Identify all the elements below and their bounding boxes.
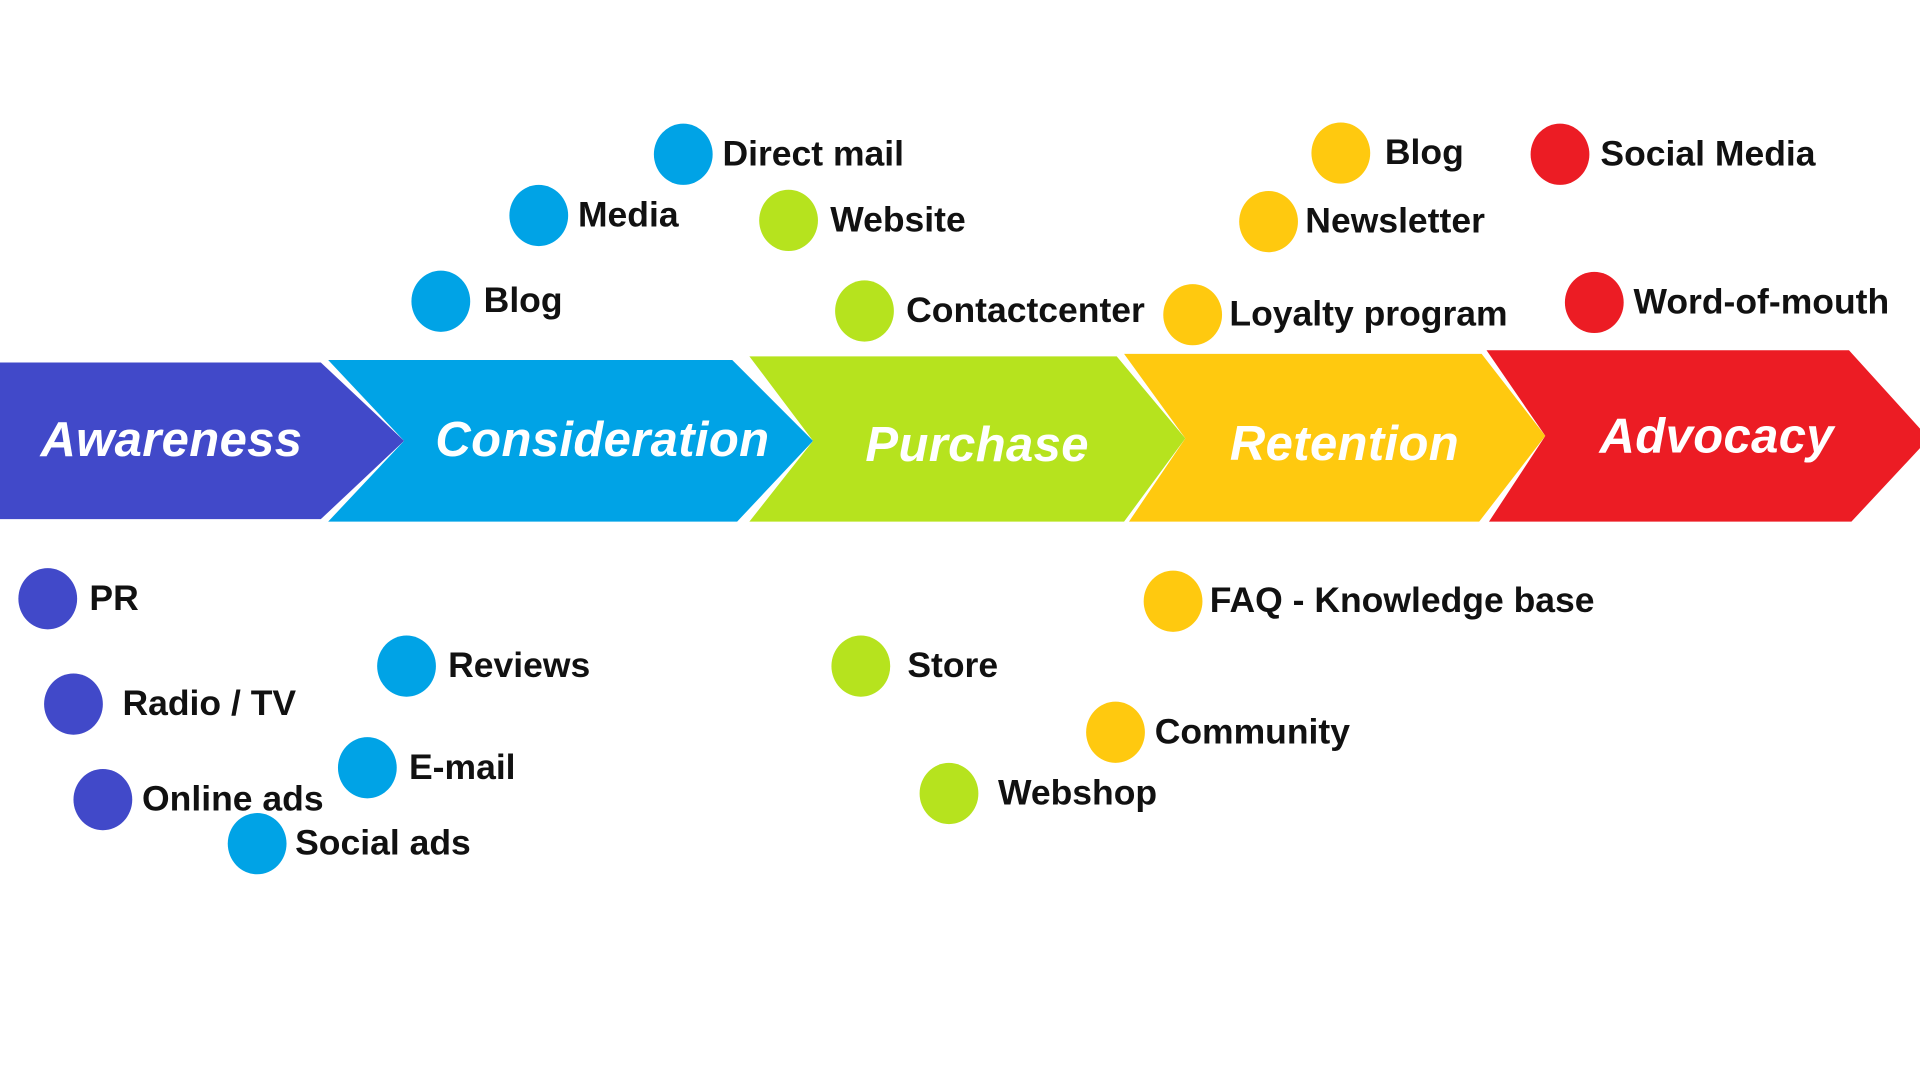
channel-item: PR: [18, 568, 139, 630]
channel-item: Contactcenter: [835, 280, 1145, 342]
channel-label: Radio / TV: [122, 683, 297, 724]
consideration-dot-icon: [509, 184, 569, 247]
stage-label-consideration: Consideration: [435, 413, 770, 468]
channel-item: Store: [831, 635, 999, 697]
channel-label: Social ads: [295, 823, 471, 863]
purchase-dot-icon: [835, 280, 894, 342]
retention-dot-icon: [1239, 191, 1298, 253]
customer-journey-diagram: Awareness Consideration Purchase Retenti…: [0, 0, 1920, 1080]
retention-dot-icon: [1163, 284, 1223, 346]
channel-label: Loyalty program: [1229, 294, 1508, 334]
consideration-dot-icon: [653, 123, 713, 185]
channel-label: Media: [577, 195, 679, 235]
stage-label-purchase: Purchase: [865, 418, 1089, 473]
stage-label-advocacy: Advocacy: [1599, 409, 1834, 464]
channel-item: Word-of-mouth: [1564, 271, 1890, 334]
channel-item: Webshop: [919, 762, 1158, 825]
channel-item: Community: [1086, 701, 1351, 763]
channel-item: Blog: [1311, 122, 1464, 184]
channel-label: Contactcenter: [906, 290, 1145, 331]
channel-item: Website: [759, 189, 966, 252]
channel-item: Loyalty program: [1163, 284, 1508, 346]
channel-label: Blog: [1384, 132, 1464, 173]
awareness-dot-icon: [73, 768, 133, 831]
retention-dot-icon: [1311, 122, 1371, 184]
channel-label: FAQ - Knowledge base: [1209, 581, 1595, 621]
retention-dot-icon: [1143, 570, 1203, 632]
channel-label: E-mail: [408, 747, 516, 787]
channel-label: Website: [830, 200, 966, 240]
channel-item: Newsletter: [1239, 191, 1485, 253]
channel-label: Webshop: [997, 773, 1158, 813]
channel-item: Direct mail: [653, 123, 905, 185]
consideration-dot-icon: [411, 270, 471, 332]
consideration-dot-icon: [377, 635, 436, 697]
channel-label: Store: [907, 645, 999, 686]
awareness-dot-icon: [18, 568, 78, 630]
channel-item: Social ads: [227, 813, 471, 875]
advocacy-dot-icon: [1530, 123, 1590, 185]
purchase-dot-icon: [919, 762, 979, 825]
channel-item: Blog: [411, 270, 563, 332]
channel-label: Reviews: [448, 645, 591, 686]
awareness-dot-icon: [44, 673, 103, 735]
retention-dot-icon: [1086, 701, 1145, 763]
purchase-dot-icon: [831, 635, 891, 697]
channel-label: Blog: [483, 281, 563, 321]
channel-label: Word-of-mouth: [1633, 282, 1890, 322]
stage-label-awareness: Awareness: [40, 413, 303, 468]
channel-item: E-mail: [337, 737, 516, 799]
channel-item: Media: [509, 184, 679, 247]
channel-label: PR: [89, 578, 139, 618]
stage-label-retention: Retention: [1229, 416, 1460, 471]
channel-label: Direct mail: [722, 134, 905, 174]
channel-item: Radio / TV: [44, 673, 297, 735]
channel-item: Social Media: [1530, 123, 1816, 185]
channel-label: Community: [1154, 712, 1351, 752]
advocacy-dot-icon: [1564, 271, 1624, 334]
channel-item: FAQ - Knowledge base: [1143, 570, 1595, 632]
channel-label: Social Media: [1600, 134, 1816, 174]
channel-label: Newsletter: [1305, 201, 1485, 241]
consideration-dot-icon: [337, 737, 397, 799]
consideration-dot-icon: [227, 813, 287, 875]
channel-item: Reviews: [377, 635, 591, 697]
purchase-dot-icon: [759, 189, 818, 252]
